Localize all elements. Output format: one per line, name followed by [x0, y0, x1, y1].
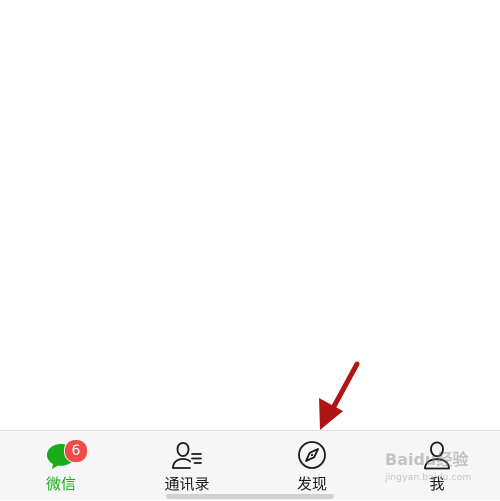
chat-bubble-icon: 6	[44, 438, 88, 472]
main-content-area	[0, 0, 500, 430]
watermark: Baidu经验 jingyan.baidu.com	[385, 452, 471, 486]
tab-contacts-label: 通讯录	[164, 475, 210, 493]
tab-chats[interactable]: 6 微信	[1, 431, 121, 501]
watermark-main: Baidu经验	[385, 450, 469, 469]
unread-badge: 6	[64, 439, 88, 463]
watermark-sub: jingyan.baidu.com	[385, 473, 472, 483]
tab-discover[interactable]: 发现	[252, 431, 372, 501]
tab-chats-label: 微信	[45, 475, 76, 493]
contacts-icon	[170, 438, 204, 472]
tab-contacts[interactable]: 通讯录	[127, 431, 247, 501]
tab-discover-label: 发现	[296, 475, 327, 493]
home-indicator[interactable]	[166, 494, 334, 499]
compass-icon	[295, 438, 329, 472]
